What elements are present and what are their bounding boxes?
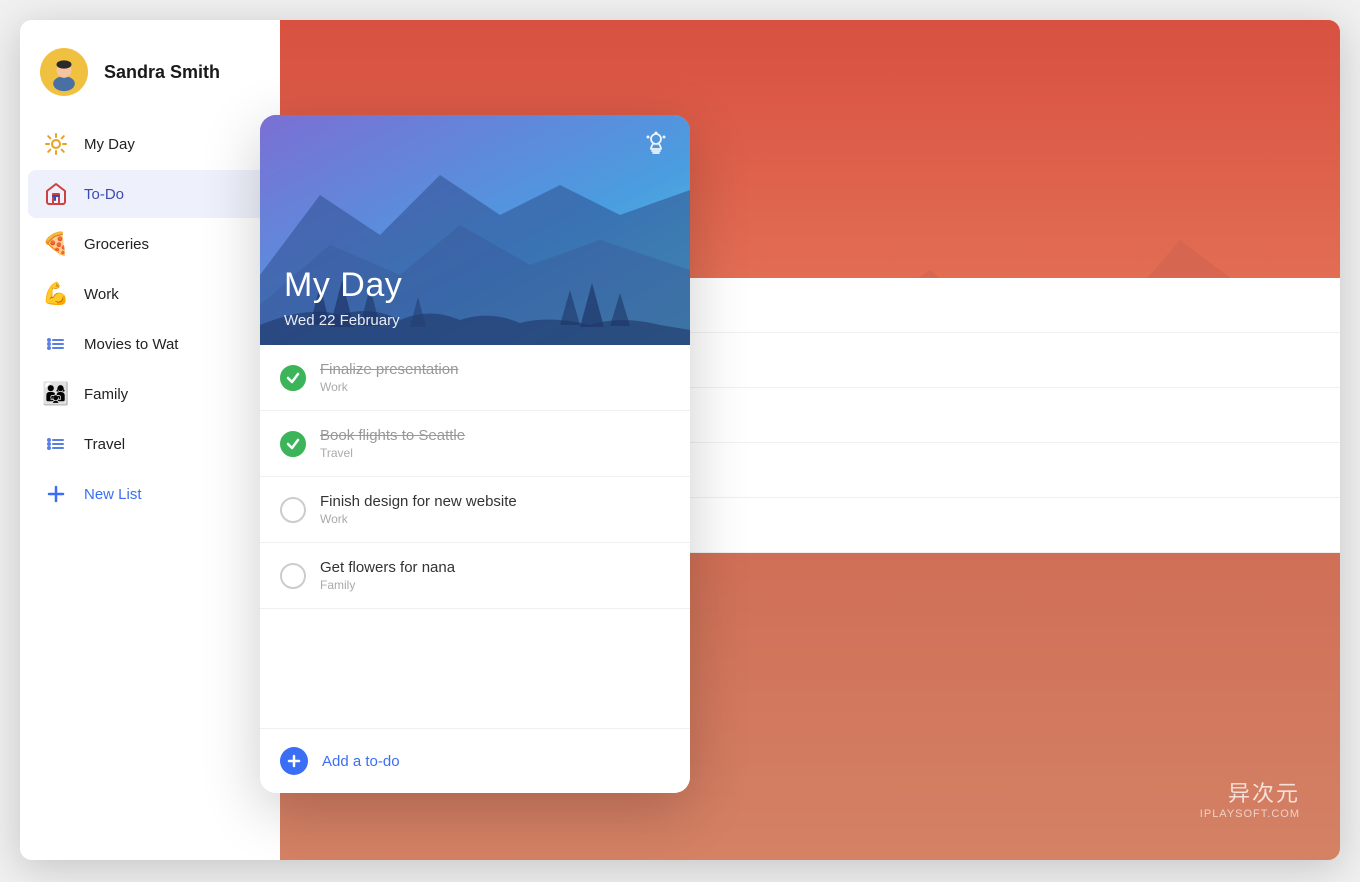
sidebar-nav: My Day To-Do 🍕 Groc bbox=[20, 120, 280, 518]
list-icon bbox=[42, 330, 70, 358]
sidebar-item-movies[interactable]: Movies to Wat bbox=[28, 320, 272, 368]
todo-text-group-4: Get flowers for nana Family bbox=[320, 559, 455, 592]
todo-text-group-2: Book flights to Seattle Travel bbox=[320, 427, 465, 460]
sidebar-item-family[interactable]: 👨‍👩‍👧 Family bbox=[28, 370, 272, 418]
add-circle-icon bbox=[280, 747, 308, 775]
todo-text-group-3: Finish design for new website Work bbox=[320, 493, 517, 526]
popup-todo-item-1[interactable]: Finalize presentation Work bbox=[260, 345, 690, 411]
todo-subtitle-3: Work bbox=[320, 512, 517, 526]
plus-icon bbox=[42, 480, 70, 508]
house-icon bbox=[42, 180, 70, 208]
sidebar: Sandra Smith bbox=[20, 20, 280, 860]
sidebar-label-groceries: Groceries bbox=[84, 236, 149, 253]
popup-todo-list: Finalize presentation Work Book flights … bbox=[260, 345, 690, 729]
sidebar-label-new-list: New List bbox=[84, 486, 142, 503]
todo-subtitle-2: Travel bbox=[320, 446, 465, 460]
sidebar-label-my-day: My Day bbox=[84, 136, 135, 153]
popup-todo-item-2[interactable]: Book flights to Seattle Travel bbox=[260, 411, 690, 477]
todo-subtitle-4: Family bbox=[320, 578, 455, 592]
app-container: Sandra Smith bbox=[20, 20, 1340, 860]
sidebar-label-work: Work bbox=[84, 286, 119, 303]
sidebar-item-travel[interactable]: Travel bbox=[28, 420, 272, 468]
popup-empty-space bbox=[260, 609, 690, 729]
profile-name: Sandra Smith bbox=[104, 62, 220, 83]
pizza-icon: 🍕 bbox=[42, 230, 70, 258]
sun-icon bbox=[42, 130, 70, 158]
watermark: 异次元 IPLAYSOFT.COM bbox=[1200, 776, 1300, 820]
lightbulb-icon[interactable] bbox=[642, 131, 670, 165]
popup-title: My Day bbox=[284, 266, 402, 305]
todo-title-4: Get flowers for nana bbox=[320, 559, 455, 576]
add-todo-button[interactable]: Add a to-do bbox=[260, 729, 690, 793]
check-circle-4[interactable] bbox=[280, 563, 306, 589]
sidebar-item-my-day[interactable]: My Day bbox=[28, 120, 272, 168]
todo-title-3: Finish design for new website bbox=[320, 493, 517, 510]
check-circle-3[interactable] bbox=[280, 497, 306, 523]
check-circle-2[interactable] bbox=[280, 431, 306, 457]
sidebar-label-family: Family bbox=[84, 386, 128, 403]
profile-section[interactable]: Sandra Smith bbox=[20, 20, 280, 120]
muscle-icon: 💪 bbox=[42, 280, 70, 308]
avatar bbox=[40, 48, 88, 96]
todo-title-2: Book flights to Seattle bbox=[320, 427, 465, 444]
popup-date: Wed 22 February bbox=[284, 312, 400, 329]
add-todo-label: Add a to-do bbox=[322, 753, 400, 770]
todo-title-1: Finalize presentation bbox=[320, 361, 458, 378]
sidebar-item-todo[interactable]: To-Do bbox=[28, 170, 272, 218]
popup-header: My Day Wed 22 February bbox=[260, 115, 690, 345]
sidebar-label-movies: Movies to Wat bbox=[84, 336, 178, 353]
watermark-chinese: 异次元 bbox=[1200, 776, 1300, 808]
todo-text-group-1: Finalize presentation Work bbox=[320, 361, 458, 394]
sidebar-item-groceries[interactable]: 🍕 Groceries bbox=[28, 220, 272, 268]
sidebar-label-todo: To-Do bbox=[84, 186, 124, 203]
popup-card: My Day Wed 22 February Finalize presenta… bbox=[260, 115, 690, 793]
check-circle-1[interactable] bbox=[280, 365, 306, 391]
popup-todo-item-3[interactable]: Finish design for new website Work bbox=[260, 477, 690, 543]
family-icon: 👨‍👩‍👧 bbox=[42, 380, 70, 408]
list2-icon bbox=[42, 430, 70, 458]
sidebar-item-work[interactable]: 💪 Work bbox=[28, 270, 272, 318]
watermark-url: IPLAYSOFT.COM bbox=[1200, 808, 1300, 820]
sidebar-item-new-list[interactable]: New List bbox=[28, 470, 272, 518]
todo-subtitle-1: Work bbox=[320, 380, 458, 394]
sidebar-label-travel: Travel bbox=[84, 436, 125, 453]
popup-todo-item-4[interactable]: Get flowers for nana Family bbox=[260, 543, 690, 609]
